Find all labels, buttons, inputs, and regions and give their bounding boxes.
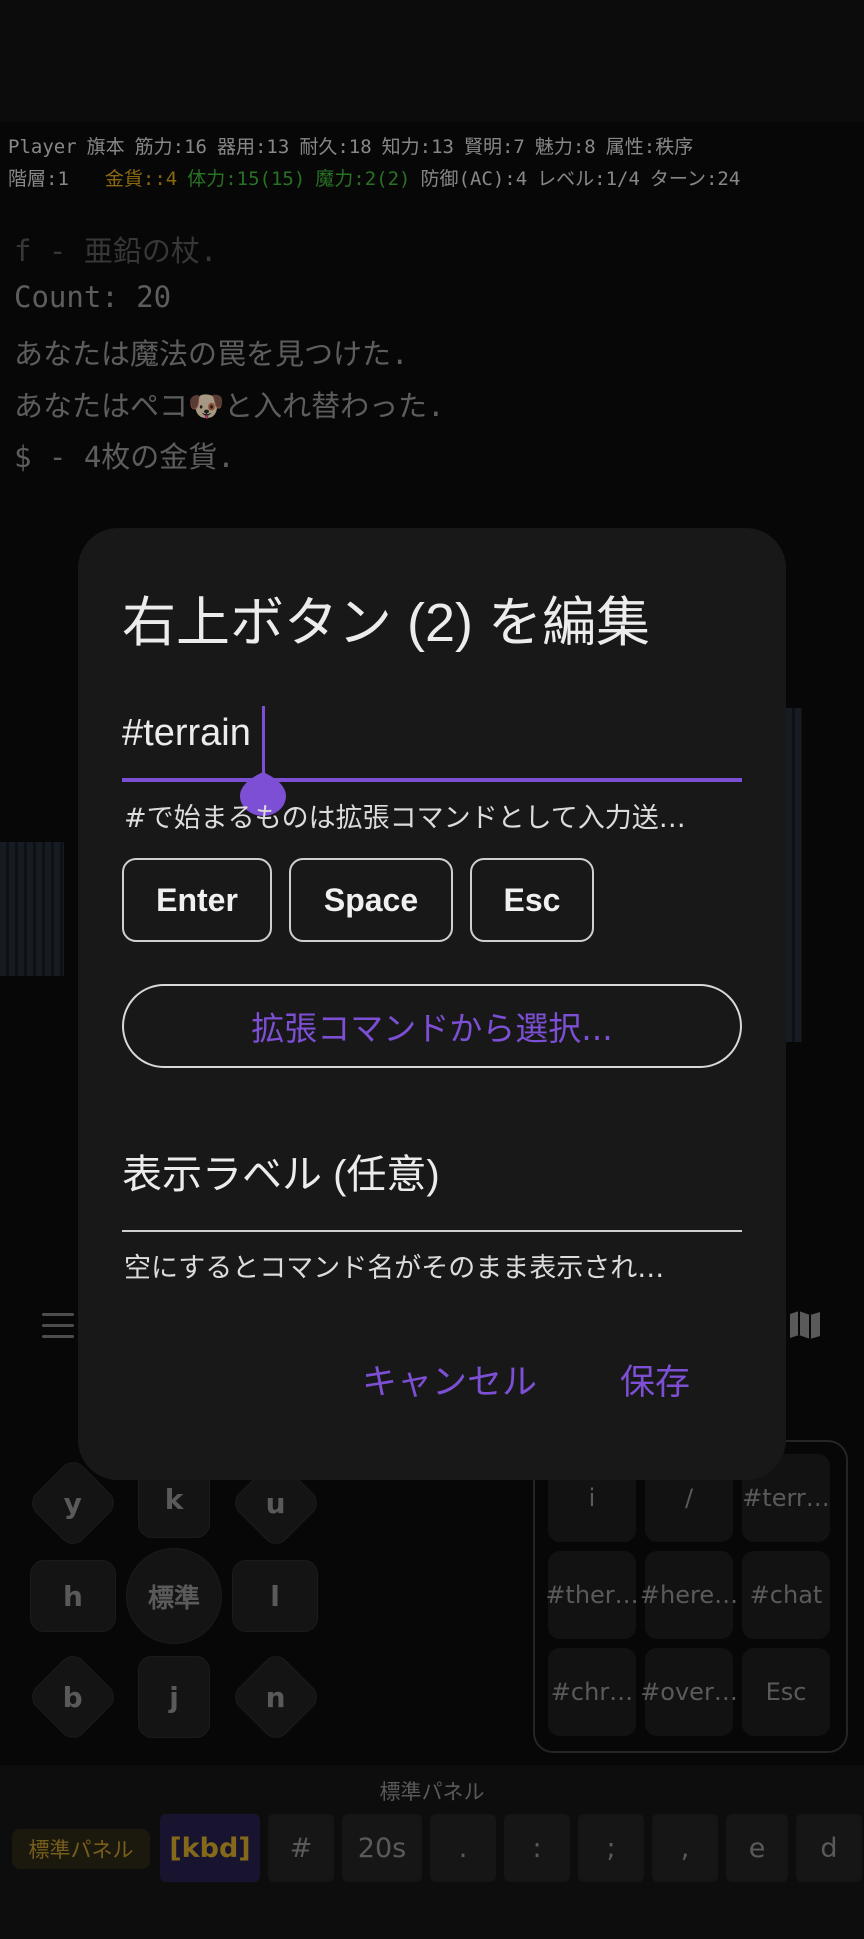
cancel-button[interactable]: キャンセル bbox=[362, 1354, 537, 1405]
select-extended-command-button[interactable]: 拡張コマンドから選択... bbox=[122, 984, 742, 1068]
enter-key-button[interactable]: Enter bbox=[122, 858, 272, 942]
label-input-underline bbox=[122, 1230, 742, 1232]
save-button[interactable]: 保存 bbox=[620, 1354, 690, 1405]
dialog-title: 右上ボタン (2) を編集 bbox=[122, 593, 651, 653]
command-helper-text: #で始まるものは拡張コマンドとして入力送… bbox=[124, 803, 686, 834]
command-input[interactable] bbox=[122, 708, 742, 758]
command-input-underline bbox=[122, 778, 742, 782]
edit-button-dialog: 右上ボタン (2) を編集 #で始まるものは拡張コマンドとして入力送… Ente… bbox=[78, 528, 786, 1480]
esc-key-button[interactable]: Esc bbox=[470, 858, 594, 942]
display-label-input[interactable]: 表示ラベル (任意) bbox=[122, 1142, 742, 1200]
space-key-button[interactable]: Space bbox=[289, 858, 453, 942]
label-helper-text: 空にするとコマンド名がそのまま表示され… bbox=[124, 1253, 665, 1284]
